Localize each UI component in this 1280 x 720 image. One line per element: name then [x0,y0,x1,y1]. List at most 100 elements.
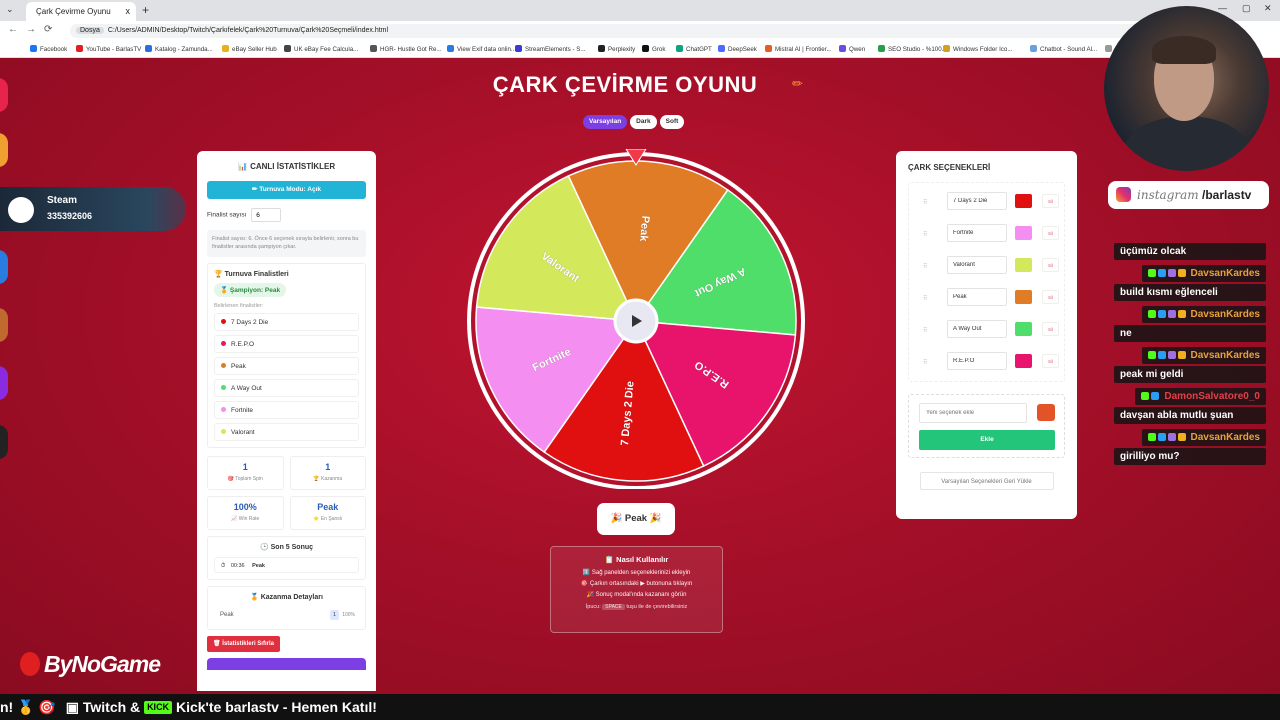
option-color-swatch[interactable] [1015,194,1032,208]
edit-title-pencil-icon[interactable]: ✏ [792,76,803,92]
chat-username-text: DavsanKardes [1190,432,1260,443]
bookmark-item[interactable]: Facebook [30,45,67,53]
drag-handle-icon[interactable]: ⠿ [923,231,927,238]
bookmark-item[interactable]: Mistral AI | Frontier... [765,45,832,53]
drag-handle-icon[interactable]: ⠿ [923,359,927,366]
maximize-icon[interactable]: ▢ [1242,3,1251,14]
bookmark-item[interactable]: StreamElements - S... [515,45,586,53]
steam-overlay: Steam 335392606 [0,187,186,231]
bookmark-item[interactable]: HGR- Hustle Got Re... [370,45,442,53]
bookmark-label: View Exif data onlin... [457,46,517,53]
bookmark-favicon-icon [676,45,683,52]
drag-handle-icon[interactable]: ⠿ [923,327,927,334]
option-color-swatch[interactable] [1015,258,1032,272]
option-input[interactable] [947,224,1007,242]
finalist-item: 7 Days 2 Die [214,312,359,331]
bookmark-favicon-icon [943,45,950,52]
close-window-icon[interactable]: ✕ [1264,3,1272,14]
tip-prefix: İpucu: [585,604,601,610]
bookmark-item[interactable]: UK eBay Fee Calcula... [284,45,358,53]
instagram-handle: /barlastv [1202,188,1252,202]
finalists-title: 🏆 Turnuva Finalistleri [214,270,289,278]
sponsor-logo: ByNoGame [20,651,161,678]
bookmark-item[interactable]: eBay Seller Hub [222,45,277,53]
stat-card: 1 🏆 Kazanma [289,455,366,490]
finalist-item: Valorant [214,422,359,441]
finalist-count-input[interactable] [251,208,282,222]
option-delete-button[interactable]: Sil [1042,290,1059,304]
bookmark-item[interactable]: Qwen [839,45,865,53]
option-input[interactable] [947,192,1007,210]
howto-step-1: 1️⃣ Sağ panelden seçeneklerinizi ekleyin [582,570,691,576]
option-color-swatch[interactable] [1015,354,1032,368]
bookmark-item[interactable]: Perplexity [598,45,635,53]
option-delete-button[interactable]: Sil [1042,322,1059,336]
bookmark-favicon-icon [878,45,885,52]
url-badge: Dosya [76,27,104,34]
url-field[interactable]: Dosya C:/Users/ADMIN/Desktop/Twitch/Çarkı… [70,24,1150,38]
drag-handle-icon[interactable]: ⠿ [923,295,927,302]
drag-handle-icon[interactable]: ⠿ [923,199,927,206]
win-detail-row: Peak 1 100% [214,607,359,623]
stat-label: ⭐ En Şanslı [313,515,343,522]
chat-username-row: DavsanKardes [1114,263,1266,284]
option-delete-button[interactable]: Sil [1042,258,1059,272]
bookmark-item[interactable]: Windows Folder Ico... [943,45,1013,53]
theme-button[interactable]: Varsayılan [583,115,628,129]
bookmark-label: UK eBay Fee Calcula... [294,46,359,53]
finalist-count-row: Finalist sayısı [207,208,366,222]
drag-handle-icon[interactable]: ⠿ [923,263,927,270]
steam-icon [8,197,34,223]
reload-icon[interactable]: ⟳ [44,24,52,35]
option-delete-button[interactable]: Sil [1042,354,1059,368]
new-tab-button[interactable]: + [142,3,149,17]
chat-badge-icon [1167,310,1176,318]
tab-menu-icon[interactable]: ⌄ [6,4,14,15]
browser-tab[interactable]: Çark Çevirme Oyunu x [26,2,136,21]
bookmark-favicon-icon [839,45,846,52]
chat-badge-icon [1157,433,1166,441]
option-color-swatch[interactable] [1015,226,1032,240]
finalist-note: Finalist sayısı: 6. Önce 6 seçenek sıray… [207,230,366,257]
bookmark-item[interactable]: DeepSeek [718,45,757,53]
bookmark-label: Grok [652,46,666,53]
bookmark-item[interactable]: ChatGPT [676,45,712,53]
bookmark-item[interactable]: Chatbot - Sound Al... [1030,45,1097,53]
bookmark-favicon-icon [76,45,83,52]
option-input[interactable] [947,256,1007,274]
option-color-swatch[interactable] [1015,322,1032,336]
chat-badge-icon [1177,433,1186,441]
option-input[interactable] [947,320,1007,338]
stat-value: Peak [317,501,339,512]
reset-stats-button[interactable]: 🗑 İstatistikleri Sıfırla [207,635,280,652]
bookmark-label: Qwen [849,46,866,53]
bookmark-item[interactable]: SEO Studio - %100... [878,45,947,53]
back-icon[interactable]: ← [8,24,18,35]
bookmark-item[interactable]: YouTube - BarlasTV [76,45,141,53]
new-option-color[interactable] [1037,404,1055,421]
bookmark-item[interactable]: Katalog - Zamunda... [145,45,213,53]
last-result-icon: ⏱ [221,562,226,569]
theme-button[interactable]: Dark [630,115,657,129]
webcam-hair [1152,36,1216,64]
bookmark-item[interactable]: View Exif data onlin... [447,45,516,53]
restore-defaults-button[interactable]: Varsayılan Seçenekleri Geri Yükle [919,472,1054,490]
tournament-finalists-box: 🏆 Turnuva Finalistleri 🏅 Şampiyon: Peak … [207,262,366,448]
howto-title: 📋 Nasıl Kullanılır [604,555,669,564]
theme-button[interactable]: Soft [659,115,685,129]
tab-close-icon[interactable]: x [126,2,131,21]
option-delete-button[interactable]: Sil [1042,194,1059,208]
spin-wheel[interactable]: PeakA Way OutR.E.P.O7 Days 2 DieFortnite… [466,148,806,490]
minimize-icon[interactable]: — [1218,3,1227,13]
last5-section: 🕒 Son 5 Sonuç ⏱ 00:36 Peak [207,535,366,580]
tournament-mode-button[interactable]: ✏ Turnuva Modu: Açık [207,181,366,199]
purple-action-button[interactable] [207,657,366,670]
new-option-input[interactable] [919,403,1027,423]
option-delete-button[interactable]: Sil [1042,226,1059,240]
option-color-swatch[interactable] [1015,290,1032,304]
option-input[interactable] [947,352,1007,370]
option-input[interactable] [947,288,1007,306]
forward-icon[interactable]: → [26,24,36,35]
bookmark-item[interactable]: Grok [642,45,665,53]
add-option-button[interactable]: Ekle [919,430,1055,450]
